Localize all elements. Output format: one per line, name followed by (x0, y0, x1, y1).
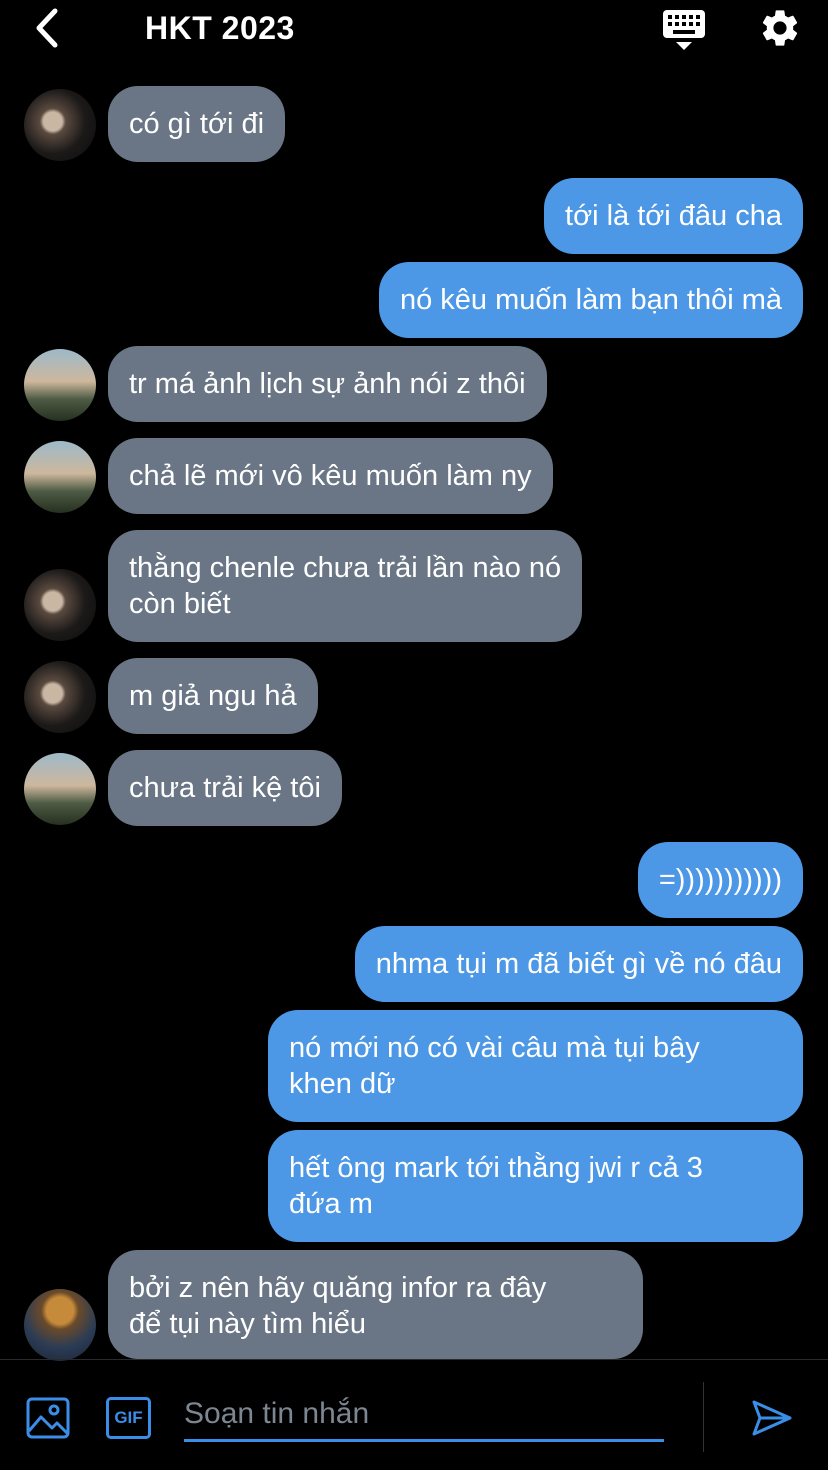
message-text: khen dữ (289, 1068, 396, 1100)
chat-header: HKT 2023 (0, 0, 828, 62)
message-text: thằng chenle chưa trải lần nào nó (129, 552, 562, 584)
avatar[interactable] (24, 441, 96, 513)
message-text: bởi z nên hãy quăng infor ra đây (129, 1272, 547, 1304)
keyboard-icon (663, 10, 705, 50)
message-compose-input[interactable] (184, 1388, 664, 1442)
incoming-message-bubble[interactable]: tr má ảnh lịch sự ảnh nói z thôi (108, 346, 547, 422)
message-text: có gì tới đi (129, 108, 265, 140)
message-text: chả lẽ mới vô kêu muốn làm ny (129, 460, 532, 492)
message-text: m giả ngu hả (129, 680, 297, 712)
outgoing-message-bubble[interactable]: =))))))))))) (637, 842, 803, 918)
avatar[interactable] (24, 349, 96, 421)
message-text: nó kêu muốn làm bạn thôi mà (399, 284, 782, 316)
incoming-message-bubble[interactable]: chả lẽ mới vô kêu muốn làm ny (108, 438, 553, 514)
message-text: đứa m (289, 1188, 373, 1220)
avatar[interactable] (24, 1289, 96, 1361)
incoming-message-bubble[interactable]: chưa trải kệ tôi (108, 750, 342, 826)
composer-bar: GIF (0, 1359, 828, 1470)
back-chevron-icon (36, 8, 58, 48)
send-button[interactable] (750, 1396, 794, 1440)
chat-title: HKT 2023 (145, 10, 295, 46)
keyboard-button[interactable] (661, 8, 707, 52)
outgoing-message-bubble[interactable]: nhma tụi m đã biết gì về nó đâu (354, 926, 803, 1002)
send-icon (752, 1400, 792, 1436)
outgoing-message-bubble[interactable]: nó mới nó có vài câu mà tụi bây khen dữ (268, 1010, 803, 1122)
gear-icon (762, 10, 798, 46)
outgoing-message-bubble[interactable]: tới là tới đâu cha (544, 178, 803, 254)
back-button[interactable] (26, 6, 66, 50)
message-text: chưa trải kệ tôi (129, 772, 321, 804)
message-text: còn biết (129, 588, 231, 620)
avatar[interactable] (24, 753, 96, 825)
message-text: nó mới nó có vài câu mà tụi bây (289, 1032, 700, 1064)
incoming-message-bubble[interactable]: m giả ngu hả (108, 658, 318, 734)
avatar[interactable] (24, 89, 96, 161)
message-text: hết ông mark tới thằng jwi r cả 3 (289, 1152, 703, 1184)
divider (703, 1382, 704, 1452)
outgoing-message-bubble[interactable]: hết ông mark tới thằng jwi r cả 3 đứa m (268, 1130, 803, 1242)
message-text: nhma tụi m đã biết gì về nó đâu (375, 948, 782, 980)
image-icon (26, 1397, 70, 1439)
incoming-message-bubble[interactable]: có gì tới đi (108, 86, 286, 162)
outgoing-message-bubble[interactable]: nó kêu muốn làm bạn thôi mà (378, 262, 803, 338)
incoming-message-bubble[interactable]: thằng chenle chưa trải lần nào nó còn bi… (108, 530, 583, 642)
avatar[interactable] (24, 569, 96, 641)
message-text: tới là tới đâu cha (565, 200, 782, 232)
attach-image-button[interactable] (26, 1397, 70, 1439)
gif-icon: GIF (114, 1408, 143, 1427)
gif-button[interactable]: GIF (106, 1397, 151, 1439)
message-text: tr má ảnh lịch sự ảnh nói z thôi (129, 368, 526, 400)
message-text: để tụi này tìm hiểu (129, 1308, 366, 1340)
incoming-message-bubble[interactable]: bởi z nên hãy quăng infor ra đây để tụi … (108, 1250, 643, 1359)
settings-button[interactable] (758, 6, 802, 50)
avatar[interactable] (24, 661, 96, 733)
message-text: =))))))))))) (658, 864, 782, 896)
